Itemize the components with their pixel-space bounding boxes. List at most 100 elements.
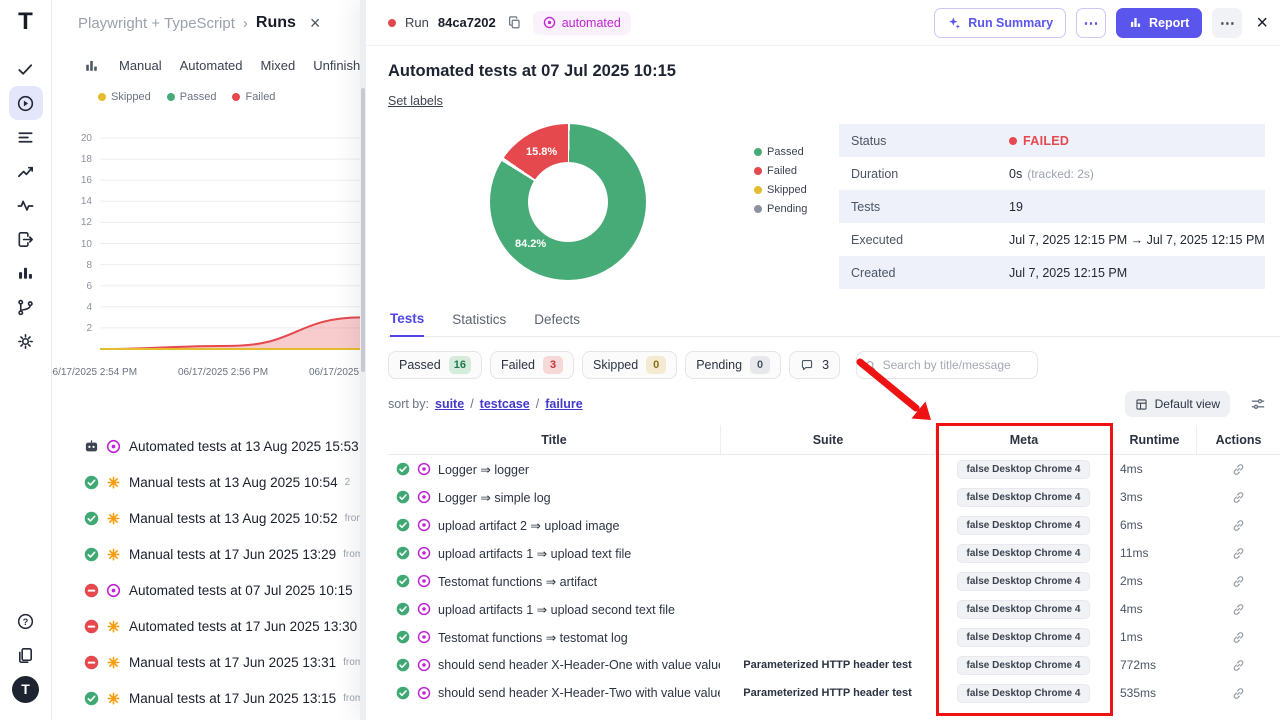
breadcrumb-project[interactable]: Playwright + TypeScript <box>78 15 235 32</box>
filter-chip[interactable]: Failed3 <box>490 351 574 379</box>
table-row[interactable]: Testomat functions ⇒ artifactfalse Deskt… <box>388 567 1280 595</box>
info-row: Duration0s(tracked: 2s) <box>839 157 1265 190</box>
close-icon[interactable]: × <box>310 14 321 32</box>
info-value: Jul 7, 2025 12:15 PM → Jul 7, 2025 12:15… <box>1009 233 1265 247</box>
list-icon[interactable] <box>9 120 43 154</box>
sliders-icon[interactable] <box>1248 394 1268 414</box>
panel-more-button[interactable]: ⋯ <box>1212 8 1242 38</box>
cell-meta: false Desktop Chrome 4 <box>935 572 1112 591</box>
runs-filter-tab[interactable]: Unfinished <box>313 58 362 73</box>
comments-chip[interactable]: 3 <box>789 351 840 379</box>
columns-icon[interactable] <box>9 256 43 290</box>
run-list-item[interactable]: Manual tests at 17 Jun 2025 13:15from <box>52 680 362 716</box>
trend-icon[interactable] <box>9 154 43 188</box>
meta-badge: false Desktop Chrome 4 <box>957 460 1091 479</box>
table-row[interactable]: should send header X-Header-Two with val… <box>388 679 1280 707</box>
table-row[interactable]: upload artifact 2 ⇒ upload imagefalse De… <box>388 511 1280 539</box>
link-icon[interactable] <box>1196 518 1280 533</box>
filter-chip[interactable]: Passed16 <box>388 351 482 379</box>
table-row[interactable]: Logger ⇒ loggerfalse Desktop Chrome 44ms <box>388 455 1280 483</box>
panel-scrollbar[interactable] <box>360 0 366 720</box>
chip-count-badge: 3 <box>543 356 563 374</box>
run-list-item[interactable]: Automated tests at 17 Jun 2025 13:30 <box>52 608 362 644</box>
link-icon[interactable] <box>1196 630 1280 645</box>
link-icon[interactable] <box>1196 658 1280 673</box>
cell-runtime: 3ms <box>1112 490 1196 504</box>
set-labels-link[interactable]: Set labels <box>388 94 443 108</box>
run-title: Manual tests at 13 Aug 2025 10:52 <box>129 511 338 526</box>
report-button[interactable]: Report <box>1116 8 1202 38</box>
sort-link-failure[interactable]: failure <box>545 397 583 411</box>
search-box[interactable] <box>856 351 1038 379</box>
cell-meta: false Desktop Chrome 4 <box>935 684 1112 703</box>
sort-link-testcase[interactable]: testcase <box>480 397 530 411</box>
cell-runtime: 1ms <box>1112 630 1196 644</box>
automated-rocket-icon <box>417 658 431 672</box>
cell-title: upload artifacts 1 ⇒ upload second text … <box>388 602 720 617</box>
branch-icon[interactable] <box>9 290 43 324</box>
filter-chip[interactable]: Skipped0 <box>582 351 677 379</box>
run-label: Run <box>405 15 429 30</box>
automated-rocket-icon <box>417 518 431 532</box>
run-list-item[interactable]: Manual tests at 17 Jun 2025 13:29from <box>52 536 362 572</box>
donut-legend: PassedFailedSkippedPending <box>754 124 807 289</box>
link-icon[interactable] <box>1196 686 1280 701</box>
runs-filter-tab[interactable]: Manual <box>119 58 162 73</box>
copy-icon[interactable] <box>505 13 524 32</box>
detail-tab[interactable]: Tests <box>390 311 424 337</box>
table-row[interactable]: upload artifacts 1 ⇒ upload second text … <box>388 595 1280 623</box>
info-value: 0s(tracked: 2s) <box>1009 167 1094 181</box>
detail-tab[interactable]: Defects <box>534 311 580 336</box>
comment-icon <box>800 358 814 372</box>
check-icon[interactable] <box>9 52 43 86</box>
chart-icon[interactable] <box>82 56 101 75</box>
testomat-logo[interactable]: T <box>18 10 33 34</box>
runs-play-icon[interactable] <box>9 86 43 120</box>
close-icon[interactable]: × <box>1256 13 1268 33</box>
detail-tab[interactable]: Statistics <box>452 311 506 336</box>
table-row[interactable]: Testomat functions ⇒ testomat logfalse D… <box>388 623 1280 651</box>
link-icon[interactable] <box>1196 490 1280 505</box>
link-icon[interactable] <box>1196 546 1280 561</box>
sparkles-icon <box>947 16 961 30</box>
manual-icon <box>106 619 121 634</box>
run-list-item[interactable]: Automated tests at 13 Aug 2025 15:53 <box>52 428 362 464</box>
link-icon[interactable] <box>1196 462 1280 477</box>
cell-meta: false Desktop Chrome 4 <box>935 460 1112 479</box>
runs-filter-tab[interactable]: Automated <box>180 58 243 73</box>
run-content: Automated tests at 07 Jul 2025 10:15 Set… <box>366 46 1280 720</box>
table-row[interactable]: upload artifacts 1 ⇒ upload text filefal… <box>388 539 1280 567</box>
export-icon[interactable] <box>9 222 43 256</box>
cell-suite: Parameterized HTTP header test <box>720 687 935 699</box>
pulse-icon[interactable] <box>9 188 43 222</box>
sort-link-suite[interactable]: suite <box>435 397 464 411</box>
run-list-item[interactable]: Automated tests at 07 Jul 2025 10:15 <box>52 572 362 608</box>
default-view-button[interactable]: Default view <box>1125 391 1230 417</box>
cell-meta: false Desktop Chrome 4 <box>935 516 1112 535</box>
table-row[interactable]: Logger ⇒ simple logfalse Desktop Chrome … <box>388 483 1280 511</box>
gear-icon[interactable] <box>9 324 43 358</box>
runs-chart-legend: SkippedPassedFailed <box>52 84 362 110</box>
passed-check-icon <box>396 602 410 616</box>
automated-badge[interactable]: automated <box>533 11 631 35</box>
search-input[interactable] <box>883 358 1029 372</box>
run-summary-button[interactable]: Run Summary <box>934 8 1066 38</box>
run-list-item[interactable]: Manual tests at 13 Aug 2025 10:542 <box>52 464 362 500</box>
filter-chip[interactable]: Pending0 <box>685 351 781 379</box>
info-label: Executed <box>851 233 1009 247</box>
meta-badge: false Desktop Chrome 4 <box>957 628 1091 647</box>
run-title: Automated tests at 07 Jul 2025 10:15 <box>129 583 353 598</box>
link-icon[interactable] <box>1196 574 1280 589</box>
table-row[interactable]: should send header X-Header-One with val… <box>388 651 1280 679</box>
run-suffix: 2 <box>345 477 351 488</box>
more-actions-button[interactable]: ⋯ <box>1076 8 1106 38</box>
round-logo[interactable]: T <box>9 672 43 706</box>
run-list-item[interactable]: Manual tests at 13 Aug 2025 10:52from <box>52 500 362 536</box>
runs-filter-tab[interactable]: Mixed <box>261 58 296 73</box>
runs-filter-tabs: Manual Automated Mixed Unfinished <box>52 46 362 84</box>
sort-by-label: sort by: <box>388 397 429 411</box>
help-icon[interactable]: ? <box>9 604 43 638</box>
docs-icon[interactable] <box>9 638 43 672</box>
link-icon[interactable] <box>1196 602 1280 617</box>
run-list-item[interactable]: Manual tests at 17 Jun 2025 13:31from <box>52 644 362 680</box>
